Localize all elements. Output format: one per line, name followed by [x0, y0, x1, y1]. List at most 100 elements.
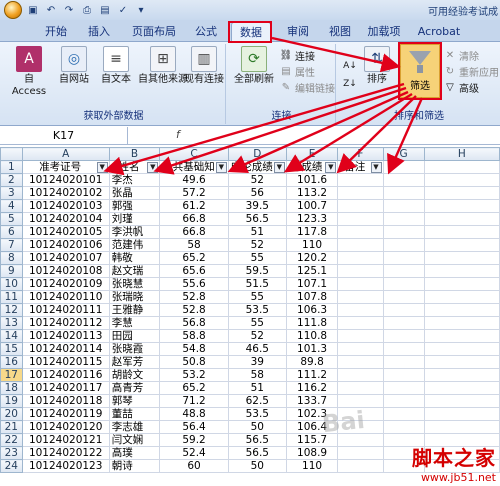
clear-button[interactable]: ✕ 清除 [444, 48, 479, 63]
cell[interactable] [382, 251, 425, 265]
row-header[interactable]: 13 [0, 316, 23, 330]
cell[interactable]: 10124020118 [21, 394, 110, 408]
connections-button[interactable]: ⛓ 连接 [280, 48, 315, 63]
cell[interactable]: 58 [227, 368, 287, 382]
cell[interactable]: 123.3 [285, 212, 339, 226]
cell[interactable] [423, 186, 500, 200]
cell[interactable] [337, 238, 384, 252]
cell[interactable]: 110.8 [285, 329, 339, 343]
tab-view[interactable]: 视图 [322, 22, 358, 42]
cell[interactable] [337, 329, 384, 343]
save-icon[interactable]: ▣ [26, 3, 40, 17]
row-header[interactable]: 21 [0, 420, 23, 434]
row-header[interactable]: 8 [0, 251, 23, 265]
cell[interactable]: 53.2 [159, 368, 229, 382]
cell[interactable]: 66.8 [159, 225, 229, 239]
cell[interactable] [423, 368, 500, 382]
cell[interactable] [382, 355, 425, 369]
header-cell-essay[interactable]: 申论成绩 ▼ [227, 160, 287, 174]
cell[interactable] [337, 277, 384, 291]
cell[interactable]: 52.8 [159, 303, 229, 317]
filter-dropdown-icon[interactable]: ▼ [215, 162, 227, 173]
cell[interactable]: 郭强 [108, 199, 161, 213]
tab-acrobat[interactable]: Acrobat [414, 22, 464, 42]
cell[interactable]: 101.6 [285, 173, 339, 187]
cell[interactable]: 117.8 [285, 225, 339, 239]
cell[interactable] [382, 303, 425, 317]
cell[interactable]: 62.5 [227, 394, 287, 408]
column-header-g[interactable]: G [382, 147, 425, 161]
cell[interactable] [382, 329, 425, 343]
cell[interactable]: 108.9 [285, 446, 339, 460]
cell[interactable] [423, 264, 500, 278]
cell[interactable]: 10124020114 [21, 342, 110, 356]
cell[interactable]: 胡龄文 [108, 368, 161, 382]
cell[interactable] [382, 160, 425, 174]
reapply-button[interactable]: ↻ 重新应用 [444, 64, 499, 79]
refresh-all-button[interactable]: ⟳ 全部刷新 [232, 46, 276, 86]
cell[interactable]: 65.2 [159, 381, 229, 395]
cell[interactable]: 高青芳 [108, 381, 161, 395]
cell[interactable]: 120.2 [285, 251, 339, 265]
cell[interactable] [382, 225, 425, 239]
header-cell-total[interactable]: 总成绩 ▼ [285, 160, 339, 174]
cell[interactable] [337, 264, 384, 278]
row-header[interactable]: 17 [0, 368, 23, 382]
cell[interactable] [423, 225, 500, 239]
from-text-button[interactable]: ≡ 自文本 [96, 46, 136, 86]
cell[interactable]: 10124020108 [21, 264, 110, 278]
cell[interactable]: 54.8 [159, 342, 229, 356]
cell[interactable] [423, 342, 500, 356]
tab-addins[interactable]: 加载项 [362, 22, 406, 42]
cell[interactable]: 10124020113 [21, 329, 110, 343]
open-icon[interactable]: ▤ [98, 3, 112, 17]
cell[interactable]: 133.7 [285, 394, 339, 408]
cell[interactable]: 52.4 [159, 446, 229, 460]
filter-dropdown-icon[interactable]: ▼ [325, 162, 337, 173]
customize-qat-icon[interactable]: ▾ [134, 3, 148, 17]
cell[interactable]: 朝诗 [108, 459, 161, 473]
cell[interactable]: 张晓慧 [108, 277, 161, 291]
cell[interactable]: 52 [227, 238, 287, 252]
cell[interactable]: 46.5 [227, 342, 287, 356]
row-header[interactable]: 3 [0, 186, 23, 200]
cell[interactable] [423, 355, 500, 369]
cell[interactable] [423, 381, 500, 395]
cell[interactable]: 71.2 [159, 394, 229, 408]
sort-za-button[interactable]: Z↓ [343, 78, 357, 90]
cell[interactable]: 10124020112 [21, 316, 110, 330]
cell[interactable] [423, 238, 500, 252]
fx-icon[interactable]: f [176, 128, 180, 141]
cell[interactable] [337, 355, 384, 369]
cell[interactable]: 韩敬 [108, 251, 161, 265]
cell[interactable]: 55 [227, 316, 287, 330]
cell[interactable]: 51 [227, 225, 287, 239]
cell[interactable]: 107.1 [285, 277, 339, 291]
tab-insert[interactable]: 插入 [82, 22, 116, 42]
undo-icon[interactable]: ↶ [44, 3, 58, 17]
cell[interactable]: 55 [227, 290, 287, 304]
cell[interactable] [382, 173, 425, 187]
cell[interactable] [423, 303, 500, 317]
cell[interactable] [423, 251, 500, 265]
filter-dropdown-icon[interactable]: ▼ [273, 162, 285, 173]
cell[interactable]: 郭琴 [108, 394, 161, 408]
column-header-c[interactable]: C [159, 147, 229, 161]
cell[interactable]: 10124020110 [21, 290, 110, 304]
cell[interactable] [337, 290, 384, 304]
cell[interactable]: 10124020104 [21, 212, 110, 226]
cell[interactable]: 10124020102 [21, 186, 110, 200]
cell[interactable] [382, 394, 425, 408]
cell[interactable] [382, 381, 425, 395]
cell[interactable] [337, 446, 384, 460]
cell[interactable]: 李洪帆 [108, 225, 161, 239]
cell[interactable]: 39.5 [227, 199, 287, 213]
filter-dropdown-icon[interactable]: ▼ [147, 162, 159, 173]
row-header[interactable]: 16 [0, 355, 23, 369]
cell[interactable]: 10124020115 [21, 355, 110, 369]
cell[interactable]: 51 [227, 381, 287, 395]
cell[interactable]: 王雅静 [108, 303, 161, 317]
cell[interactable] [382, 264, 425, 278]
cell[interactable] [382, 290, 425, 304]
cell[interactable] [382, 186, 425, 200]
